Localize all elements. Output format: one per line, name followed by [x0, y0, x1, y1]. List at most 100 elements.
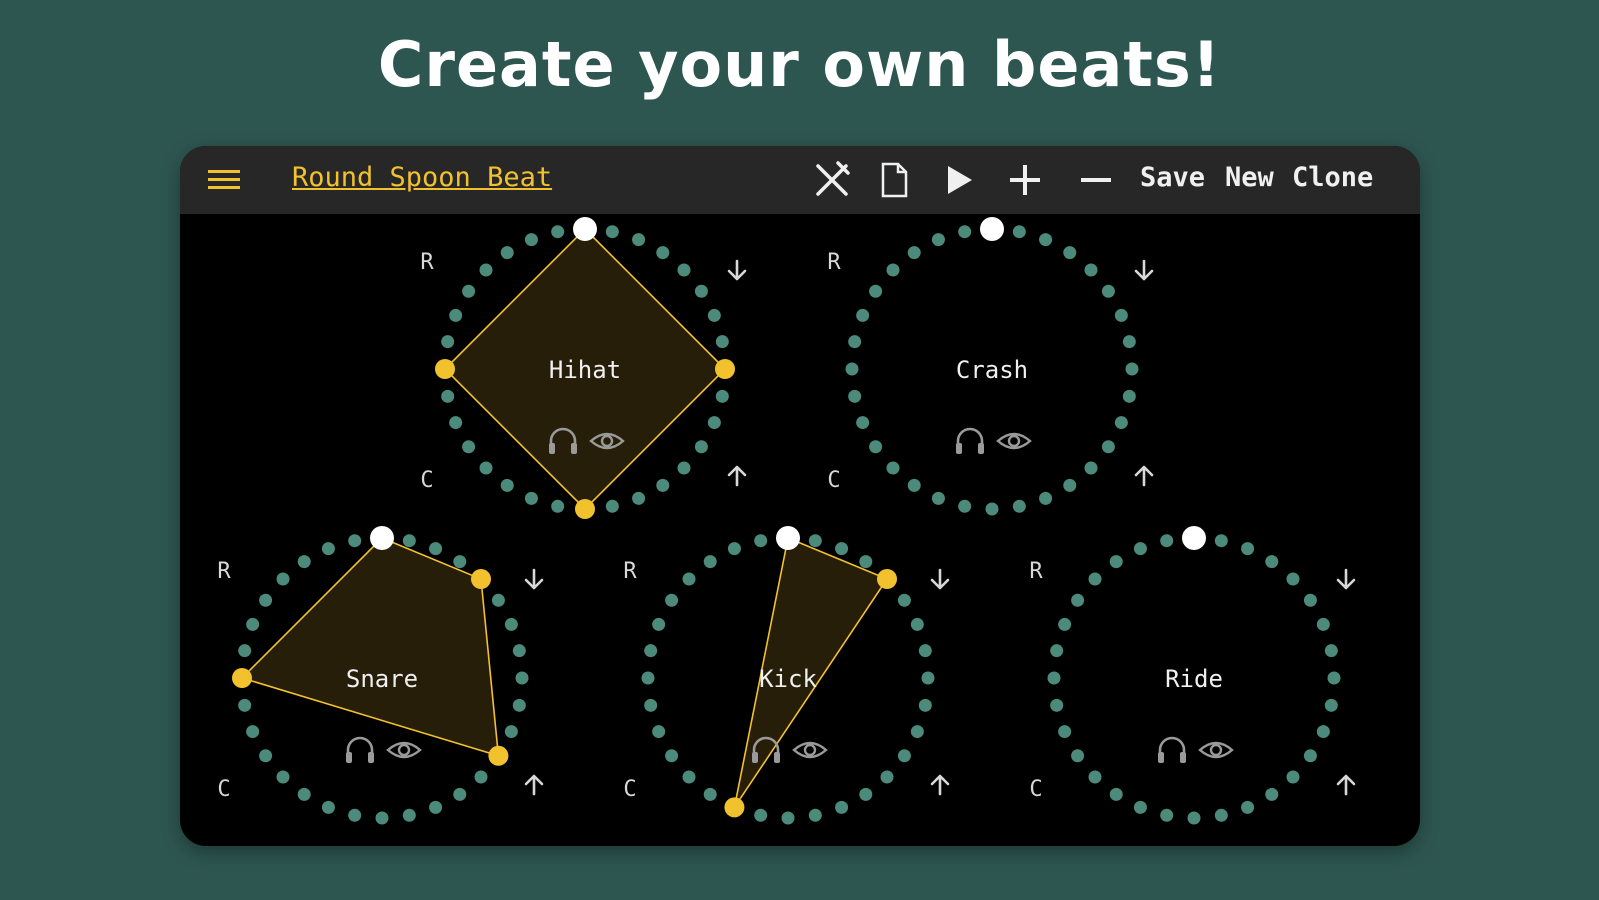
minus-icon[interactable]: [1076, 160, 1116, 200]
clear-button[interactable]: C: [217, 777, 230, 802]
step-dot[interactable]: [845, 362, 859, 376]
arrow-down-icon[interactable]: [727, 259, 747, 281]
step-dot[interactable]: [1084, 263, 1098, 277]
new-button[interactable]: New: [1225, 162, 1274, 193]
step-dot[interactable]: [707, 416, 721, 430]
step-dot[interactable]: [1133, 542, 1147, 556]
step-dot[interactable]: [321, 800, 335, 814]
step-dot[interactable]: [551, 225, 565, 239]
step-dot[interactable]: [694, 284, 708, 298]
step-dot[interactable]: [677, 461, 691, 475]
step-dot[interactable]: [1058, 725, 1072, 739]
step-dot[interactable]: [682, 572, 696, 586]
step-dot[interactable]: [652, 617, 666, 631]
step-dot[interactable]: [1039, 491, 1053, 505]
step-dot[interactable]: [348, 808, 362, 822]
clear-button[interactable]: C: [1029, 777, 1042, 802]
step-dot[interactable]: [246, 617, 260, 631]
step-dot[interactable]: [524, 491, 538, 505]
step-dot[interactable]: [276, 770, 290, 784]
step-dot[interactable]: [348, 534, 362, 548]
step-dot[interactable]: [402, 808, 416, 822]
arrow-down-icon[interactable]: [1336, 568, 1356, 590]
step-dot[interactable]: [1063, 478, 1077, 492]
step-dot[interactable]: [1241, 800, 1255, 814]
step-dot[interactable]: [1101, 440, 1115, 454]
step-dot[interactable]: [859, 787, 873, 801]
playhead-start-dot[interactable]: [980, 217, 1004, 241]
step-dot[interactable]: [1071, 749, 1085, 763]
step-dot[interactable]: [1088, 572, 1102, 586]
step-dot[interactable]: [931, 491, 945, 505]
step-dot[interactable]: [1160, 534, 1174, 548]
step-dot[interactable]: [453, 555, 467, 569]
arrow-up-icon[interactable]: [1336, 774, 1356, 796]
step-dot[interactable]: [1324, 698, 1338, 712]
step-dot[interactable]: [259, 593, 273, 607]
step-dot[interactable]: [441, 389, 455, 403]
step-dot[interactable]: [897, 593, 911, 607]
step-dot[interactable]: [1286, 572, 1300, 586]
step-dot[interactable]: [1047, 671, 1061, 685]
clone-button[interactable]: Clone: [1292, 162, 1373, 193]
eye-icon[interactable]: [386, 741, 422, 759]
clear-button[interactable]: C: [827, 468, 840, 493]
step-dot[interactable]: [1214, 534, 1228, 548]
new-file-icon[interactable]: [874, 160, 914, 200]
step-dot[interactable]: [715, 335, 729, 349]
step-dot[interactable]: [551, 499, 565, 513]
step-dot[interactable]: [931, 233, 945, 247]
step-dot[interactable]: [524, 233, 538, 247]
step-dot[interactable]: [297, 555, 311, 569]
step-dot[interactable]: [1058, 617, 1072, 631]
step-dot[interactable]: [1133, 800, 1147, 814]
playhead-start-dot[interactable]: [370, 526, 394, 550]
step-dot[interactable]: [682, 770, 696, 784]
step-dot[interactable]: [238, 698, 252, 712]
step-dot[interactable]: [1114, 308, 1128, 322]
step-dot[interactable]: [491, 593, 505, 607]
arrow-up-icon[interactable]: [524, 774, 544, 796]
step-dot[interactable]: [441, 335, 455, 349]
step-dot[interactable]: [1324, 644, 1338, 658]
active-step-dot[interactable]: [575, 499, 595, 519]
step-dot[interactable]: [808, 808, 822, 822]
step-dot[interactable]: [515, 671, 529, 685]
arrow-down-icon[interactable]: [1134, 259, 1154, 281]
step-dot[interactable]: [1303, 749, 1317, 763]
step-dot[interactable]: [474, 770, 488, 784]
step-dot[interactable]: [641, 671, 655, 685]
step-dot[interactable]: [665, 593, 679, 607]
step-dot[interactable]: [500, 478, 514, 492]
step-dot[interactable]: [1109, 555, 1123, 569]
step-dot[interactable]: [1050, 644, 1064, 658]
step-dot[interactable]: [1084, 461, 1098, 475]
step-dot[interactable]: [1265, 555, 1279, 569]
step-dot[interactable]: [1316, 725, 1330, 739]
step-dot[interactable]: [921, 671, 935, 685]
step-dot[interactable]: [1114, 416, 1128, 430]
step-dot[interactable]: [677, 263, 691, 277]
headphones-icon[interactable]: [956, 427, 984, 454]
step-dot[interactable]: [259, 749, 273, 763]
step-dot[interactable]: [246, 725, 260, 739]
reset-button[interactable]: R: [420, 250, 434, 275]
step-dot[interactable]: [781, 811, 795, 825]
step-dot[interactable]: [429, 800, 443, 814]
step-dot[interactable]: [449, 308, 463, 322]
step-dot[interactable]: [886, 263, 900, 277]
step-dot[interactable]: [321, 542, 335, 556]
arrow-up-icon[interactable]: [930, 774, 950, 796]
step-dot[interactable]: [652, 725, 666, 739]
step-dot[interactable]: [479, 461, 493, 475]
eye-icon[interactable]: [996, 432, 1032, 450]
step-dot[interactable]: [1316, 617, 1330, 631]
step-dot[interactable]: [1063, 246, 1077, 260]
step-dot[interactable]: [1286, 770, 1300, 784]
step-dot[interactable]: [985, 502, 999, 516]
reset-button[interactable]: R: [623, 559, 637, 584]
step-dot[interactable]: [462, 440, 476, 454]
eye-icon[interactable]: [1198, 741, 1234, 759]
active-step-dot[interactable]: [232, 668, 252, 688]
step-dot[interactable]: [1125, 362, 1139, 376]
